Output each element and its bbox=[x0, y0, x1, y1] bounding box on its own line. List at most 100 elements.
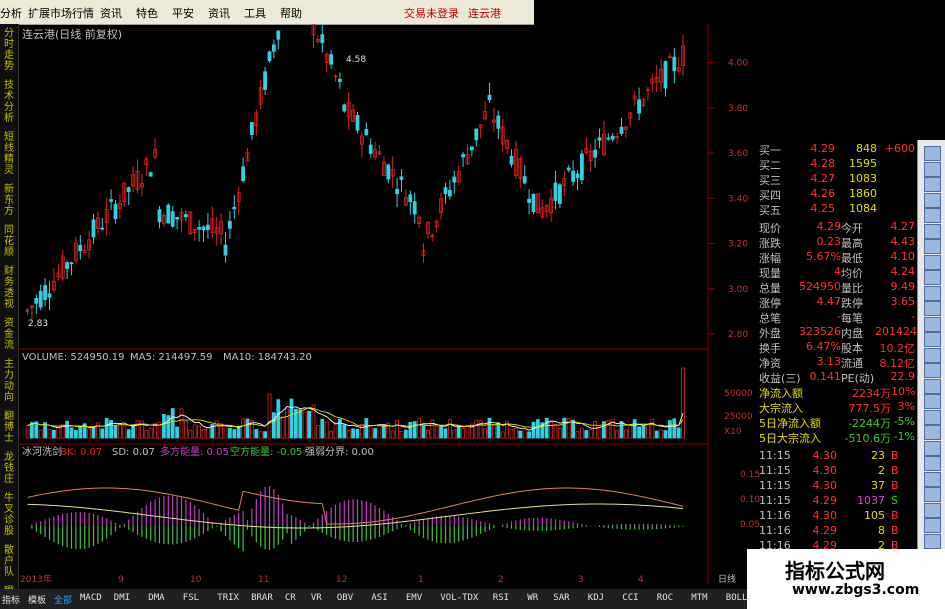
menu-info[interactable]: 资讯 bbox=[208, 5, 230, 21]
indicator-tab-vr[interactable]: VR bbox=[311, 593, 322, 603]
indicator-tab-rsi[interactable]: RSI bbox=[493, 593, 509, 603]
volume-value: VOLUME: 524950.19 bbox=[22, 352, 125, 363]
toolbar-icon[interactable] bbox=[924, 270, 941, 285]
menu-help[interactable]: 帮助 bbox=[280, 5, 302, 21]
sidebar-item-7[interactable]: 主力动向 bbox=[2, 359, 16, 403]
sidebar-item-8[interactable]: 翻博士 bbox=[2, 411, 16, 444]
volume-bar bbox=[364, 418, 369, 439]
menu-pingan[interactable]: 平安 bbox=[172, 5, 194, 21]
right-toolbar[interactable] bbox=[917, 140, 945, 550]
sidebar-item-4[interactable]: 同花顺 bbox=[2, 225, 16, 258]
toolbar-icon[interactable] bbox=[924, 161, 941, 177]
indicator-tab-obv[interactable]: OBV bbox=[337, 593, 353, 603]
toolbar-icon[interactable] bbox=[924, 208, 941, 223]
indicator-kong: 空方能量: -0.05 bbox=[230, 445, 302, 458]
toolbar-icon[interactable] bbox=[924, 456, 941, 471]
volume-bar bbox=[69, 427, 74, 439]
bid-label: 买二 bbox=[759, 159, 781, 172]
indicator-tab-kdj[interactable]: KDJ bbox=[588, 593, 604, 603]
toolbar-icon[interactable] bbox=[924, 254, 941, 270]
sidebar-item-6[interactable]: 资金流 bbox=[2, 318, 16, 351]
date-label: 12 bbox=[336, 575, 347, 585]
sidebar-item-0[interactable]: 分时走势 bbox=[2, 28, 16, 72]
volume-bar bbox=[337, 418, 342, 439]
candle bbox=[474, 128, 479, 141]
indicator-tab-macd[interactable]: MACD bbox=[80, 593, 102, 603]
toolbar-icon[interactable] bbox=[924, 394, 941, 409]
toolbar-icon[interactable] bbox=[924, 518, 941, 533]
indicator-tab-trix[interactable]: TRIX bbox=[217, 593, 239, 603]
volume-bar bbox=[474, 419, 479, 439]
menu-feature[interactable]: 特色 bbox=[136, 5, 158, 21]
toolbar-icon[interactable] bbox=[924, 487, 941, 502]
toolbar-icon[interactable] bbox=[924, 177, 941, 192]
candle bbox=[320, 34, 325, 44]
volume-bar bbox=[417, 418, 422, 439]
menu-extended-market[interactable]: 扩展市场行情 bbox=[28, 5, 94, 21]
indicator-tab-mtm[interactable]: MTM bbox=[691, 593, 707, 603]
indicator-tab-模板[interactable]: 模板 bbox=[28, 593, 46, 606]
volume-bar bbox=[580, 428, 584, 439]
tick-time: 11:15 bbox=[759, 494, 791, 507]
indicator-tab-vol-tdx[interactable]: VOL-TDX bbox=[440, 593, 478, 603]
indicator-tab-wr[interactable]: WR bbox=[527, 593, 538, 603]
toolbar-icon[interactable] bbox=[924, 471, 941, 487]
toolbar-icon[interactable] bbox=[924, 192, 941, 208]
sidebar-item-2[interactable]: 短线精灵 bbox=[2, 132, 16, 176]
toolbar-icon[interactable] bbox=[924, 533, 941, 549]
toolbar-icon[interactable] bbox=[924, 285, 941, 301]
sidebar-item-3[interactable]: 新东方 bbox=[2, 184, 16, 217]
menu-news[interactable]: 资讯 bbox=[100, 5, 122, 21]
candle bbox=[157, 209, 162, 223]
date-label: 9 bbox=[118, 575, 124, 585]
indicator-tab-全部[interactable]: 全部 bbox=[54, 593, 72, 606]
indicator-tab-cci[interactable]: CCI bbox=[622, 593, 638, 603]
sidebar-item-5[interactable]: 财务透视 bbox=[2, 266, 16, 310]
toolbar-icon[interactable] bbox=[924, 301, 941, 316]
toolbar-icon[interactable] bbox=[924, 223, 941, 239]
menu-bar: 分析 扩展市场行情 资讯 特色 平安 资讯 工具 帮助 交易未登录 连云港 bbox=[0, 0, 534, 25]
indicator-tab-cr[interactable]: CR bbox=[285, 593, 296, 603]
toolbar-icon[interactable] bbox=[924, 425, 941, 440]
trade-login-status[interactable]: 交易未登录 bbox=[404, 5, 459, 21]
toolbar-icon[interactable] bbox=[924, 378, 941, 394]
volume-bar bbox=[619, 421, 624, 439]
indicator-tab-指标[interactable]: 指标 bbox=[2, 593, 20, 606]
low-price-label: 2.83 bbox=[28, 319, 48, 329]
volume-bar bbox=[562, 417, 567, 439]
toolbar-icon[interactable] bbox=[924, 502, 941, 518]
tick-side: S bbox=[891, 494, 898, 507]
stock-name: 连云港 bbox=[468, 7, 501, 20]
toolbar-icon[interactable] bbox=[924, 440, 941, 456]
indicator-tab-sar[interactable]: SAR bbox=[553, 593, 569, 603]
toolbar-icon[interactable] bbox=[924, 409, 941, 425]
indicator-tab-emv[interactable]: EMV bbox=[406, 593, 422, 603]
toolbar-icon[interactable] bbox=[924, 332, 941, 347]
volume-bar bbox=[219, 425, 224, 439]
indicator-tab-dma[interactable]: DMA bbox=[148, 593, 164, 603]
toolbar-icon[interactable] bbox=[924, 239, 941, 254]
quote-panel: 买一 4.29 848 +600 买二 4.28 1595 买三 4.27 1083 买四 4.26 1… bbox=[757, 140, 917, 449]
toolbar-icon[interactable] bbox=[924, 347, 941, 363]
indicator-tab-fsl[interactable]: FSL bbox=[183, 593, 199, 603]
sidebar-item-9[interactable]: 龙钱庄 bbox=[2, 452, 16, 485]
candle bbox=[386, 164, 391, 180]
volume-bar bbox=[315, 424, 320, 439]
toolbar-icon[interactable] bbox=[924, 363, 941, 378]
volume-bar bbox=[672, 418, 677, 439]
indicator-tab-roc[interactable]: ROC bbox=[657, 593, 673, 603]
stat-value: 9.49 bbox=[890, 280, 916, 293]
toolbar-icon[interactable] bbox=[924, 146, 941, 161]
sidebar-item-11[interactable]: 散户队 bbox=[2, 545, 16, 578]
indicator-tab-dmi[interactable]: DMI bbox=[114, 593, 130, 603]
menu-analysis[interactable]: 分析 bbox=[0, 5, 22, 21]
sidebar-item-10[interactable]: 牛叉诊股 bbox=[2, 493, 16, 537]
indicator-tab-asi[interactable]: ASI bbox=[371, 593, 387, 603]
toolbar-icon[interactable] bbox=[924, 316, 941, 332]
volume-bar bbox=[425, 430, 430, 439]
sidebar-item-1[interactable]: 技术分析 bbox=[2, 80, 16, 124]
menu-tools[interactable]: 工具 bbox=[244, 5, 266, 21]
indicator-tab-brar[interactable]: BRAR bbox=[251, 593, 273, 603]
bid-price: 4.29 bbox=[810, 142, 836, 155]
indicator-tab-boll[interactable]: BOLL bbox=[726, 593, 748, 603]
